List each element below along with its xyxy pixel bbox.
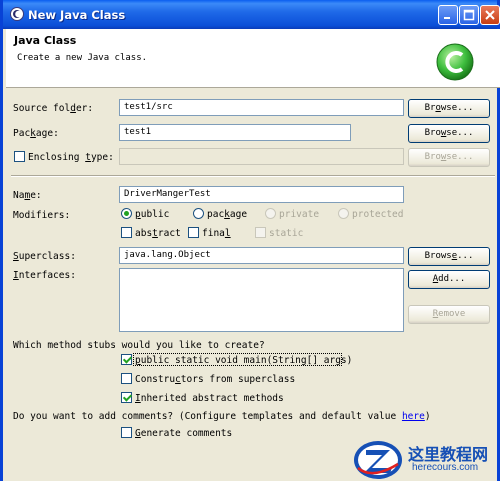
header-description: Create a new Java class. <box>17 53 148 63</box>
package-modifier-label: package <box>207 209 248 220</box>
enclosing-type-input[interactable] <box>119 148 404 165</box>
public-radio[interactable] <box>121 208 132 219</box>
generate-comments-checkbox[interactable] <box>121 427 132 438</box>
package-radio[interactable] <box>193 208 204 219</box>
final-checkbox[interactable] <box>188 227 199 238</box>
minimize-button[interactable] <box>438 5 458 25</box>
minimize-icon <box>444 17 450 19</box>
static-checkbox[interactable] <box>255 227 266 238</box>
abstract-label: abstract <box>135 228 181 239</box>
new-java-class-dialog: New Java Class Java Class Create a new J… <box>0 0 500 481</box>
interfaces-label: Interfaces: <box>13 270 76 281</box>
modifiers-label: Modifiers: <box>13 210 71 221</box>
comments-question: Do you want to add comments? (Configure … <box>13 411 431 422</box>
main-method-checkbox[interactable] <box>121 354 132 365</box>
superclass-input[interactable]: java.lang.Object <box>119 247 404 264</box>
window-title: New Java Class <box>28 8 126 22</box>
title-bar[interactable]: New Java Class <box>3 0 500 29</box>
constructors-label: Constructors from superclass <box>135 374 296 385</box>
wizard-header: Java Class Create a new Java class. <box>6 29 500 88</box>
package-input[interactable]: test1 <box>119 124 351 141</box>
watermark: 这里教程网 herecours.com <box>352 438 500 481</box>
maximize-button[interactable] <box>459 5 479 25</box>
remove-interface-button[interactable]: Remove <box>408 305 490 324</box>
interfaces-list[interactable] <box>119 268 404 332</box>
name-input[interactable]: DriverMangerTest <box>119 186 404 203</box>
inherited-methods-label: Inherited abstract methods <box>135 393 284 404</box>
close-icon <box>485 10 495 20</box>
header-title: Java Class <box>14 34 77 47</box>
add-interface-button[interactable]: Add... <box>408 270 490 289</box>
inherited-methods-checkbox[interactable] <box>121 392 132 403</box>
superclass-label: Superclass: <box>13 251 76 262</box>
package-label: Package: <box>13 128 59 139</box>
maximize-icon <box>463 9 475 21</box>
eclipse-icon <box>10 7 24 21</box>
source-folder-browse-button[interactable]: Browse... <box>408 99 490 118</box>
private-label: private <box>279 209 320 220</box>
source-folder-label: Source folder: <box>13 103 94 114</box>
watermark-url: herecours.com <box>412 462 479 473</box>
protected-label: protected <box>352 209 404 220</box>
main-method-label: public static void main(String[] args) <box>135 355 353 366</box>
public-label: public <box>135 209 170 220</box>
constructors-checkbox[interactable] <box>121 373 132 384</box>
superclass-browse-button[interactable]: Browse... <box>408 247 490 266</box>
abstract-checkbox[interactable] <box>121 227 132 238</box>
method-stubs-question: Which method stubs would you like to cre… <box>13 340 265 351</box>
configure-templates-link[interactable]: here <box>402 411 425 422</box>
enclosing-type-label: Enclosing type: <box>28 152 114 163</box>
new-class-logo-icon <box>436 43 474 81</box>
protected-radio[interactable] <box>338 208 349 219</box>
generate-comments-label: Generate comments <box>135 428 233 439</box>
private-radio[interactable] <box>265 208 276 219</box>
enclosing-type-browse-button[interactable]: Browse... <box>408 148 490 167</box>
source-folder-input[interactable]: test1/src <box>119 99 404 116</box>
package-browse-button[interactable]: Browse... <box>408 124 490 143</box>
watermark-logo-icon <box>354 441 402 479</box>
final-label: final <box>202 228 231 239</box>
close-button[interactable] <box>480 5 500 25</box>
separator <box>11 175 495 177</box>
name-label: Name: <box>13 190 42 201</box>
enclosing-type-checkbox[interactable] <box>14 151 25 162</box>
static-label: static <box>269 228 304 239</box>
